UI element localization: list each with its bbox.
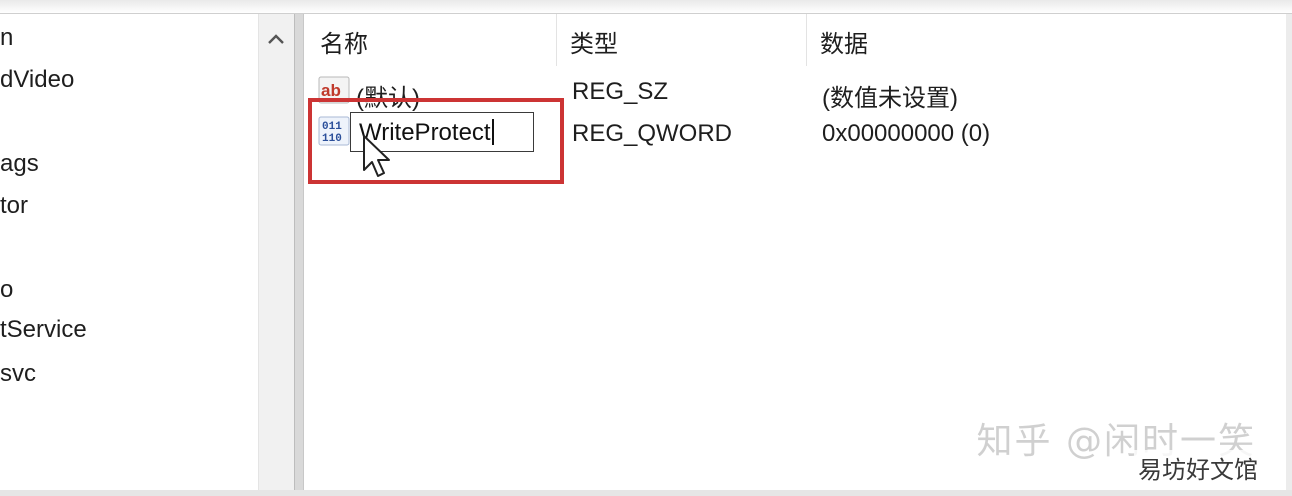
tree-item[interactable]: tor [0,192,250,220]
column-divider[interactable] [806,14,807,66]
tree-item[interactable]: o [0,276,250,304]
value-data: (数值未设置) [822,85,958,112]
value-type: REG_QWORD [572,120,733,147]
column-header-name[interactable]: 名称 [320,24,368,59]
column-header-type[interactable]: 类型 [570,24,618,59]
pane-splitter[interactable] [294,14,304,490]
tree-item[interactable]: n [0,24,250,52]
value-type: REG_SZ [572,78,669,105]
window-right-edge [1286,14,1292,490]
registry-editor-window: n dVideo ags tor o tService svc 名称 类型 数据… [0,0,1292,496]
value-data: 0x00000000 (0) [822,120,991,147]
mouse-cursor-icon [363,135,390,177]
window-bottom-edge [0,490,1292,496]
tree-item[interactable]: ags [0,150,250,178]
highlight-box [308,98,564,184]
chevron-up-icon [268,34,284,44]
tree-item[interactable]: tService [0,316,250,344]
tree-item[interactable]: dVideo [0,66,250,94]
scroll-up-button[interactable] [259,24,293,54]
column-header-data[interactable]: 数据 [820,24,868,59]
tree-scrollbar[interactable] [258,14,294,490]
list-header: 名称 类型 数据 [304,14,1286,66]
top-border [0,0,1292,14]
tree-item[interactable]: svc [0,360,250,388]
column-divider[interactable] [556,14,557,66]
watermark-site: 易坊好文馆 [1134,450,1262,485]
key-tree-pane[interactable]: n dVideo ags tor o tService svc [0,14,258,490]
